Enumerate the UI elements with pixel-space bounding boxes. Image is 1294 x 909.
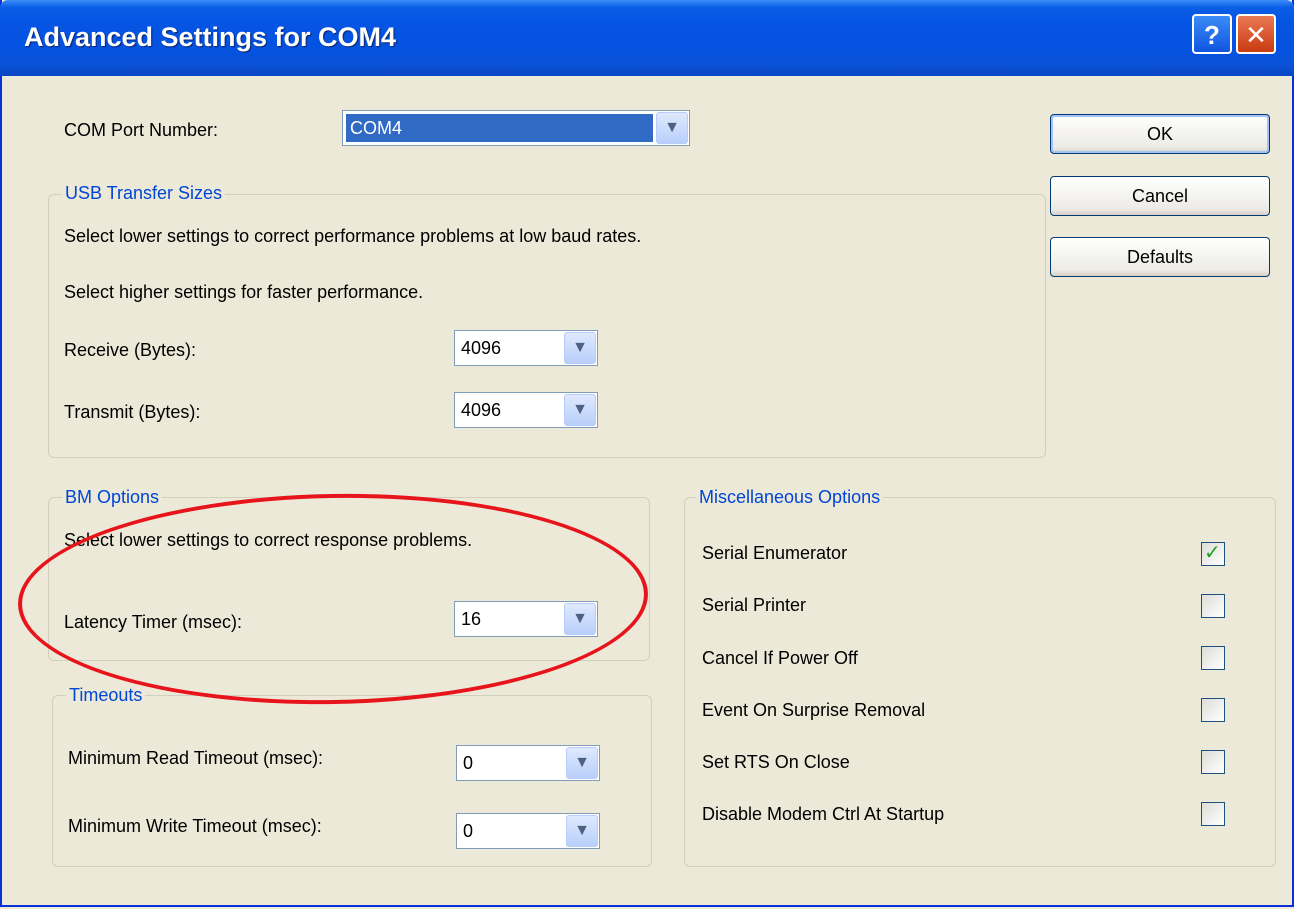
timeouts-title: Timeouts (66, 685, 146, 706)
chevron-down-icon[interactable]: ▼ (656, 112, 688, 144)
misc-item-label: Event On Surprise Removal (702, 700, 926, 720)
help-icon: ? (1204, 20, 1220, 50)
set-rts-on-close-checkbox[interactable] (1201, 750, 1225, 774)
transmit-label: Transmit (Bytes): (64, 402, 201, 422)
misc-item-label: Cancel If Power Off (702, 648, 858, 668)
disable-modem-ctrl-checkbox[interactable] (1201, 802, 1225, 826)
usb-transfer-title: USB Transfer Sizes (62, 183, 226, 204)
usb-transfer-hint-low: Select lower settings to correct perform… (64, 226, 642, 246)
help-button[interactable]: ? (1192, 14, 1232, 54)
read-timeout-select[interactable]: 0 ▼ (456, 745, 600, 781)
write-timeout-label: Minimum Write Timeout (msec): (68, 816, 322, 836)
chevron-down-icon[interactable]: ▼ (564, 332, 596, 364)
close-button[interactable]: ✕ (1236, 14, 1276, 54)
transmit-value: 4096 (461, 400, 502, 420)
write-timeout-value: 0 (463, 821, 474, 841)
ok-button[interactable]: OK (1050, 114, 1270, 154)
serial-printer-checkbox[interactable] (1201, 594, 1225, 618)
event-on-surprise-removal-checkbox[interactable] (1201, 698, 1225, 722)
misc-item-label: Serial Printer (702, 595, 807, 615)
misc-options-title: Miscellaneous Options (696, 487, 884, 508)
cancel-button[interactable]: Cancel (1050, 176, 1270, 216)
title-bar: Advanced Settings for COM4 ? ✕ (0, 0, 1294, 76)
bm-options-title: BM Options (62, 487, 163, 508)
serial-enumerator-checkbox[interactable]: ✓ (1201, 542, 1225, 566)
misc-item-label: Disable Modem Ctrl At Startup (702, 804, 945, 824)
read-timeout-label: Minimum Read Timeout (msec): (68, 748, 324, 768)
cancel-if-power-off-checkbox[interactable] (1201, 646, 1225, 670)
chevron-down-icon[interactable]: ▼ (564, 394, 596, 426)
com-port-label: COM Port Number: (64, 120, 219, 140)
usb-transfer-hint-high: Select higher settings for faster perfor… (64, 282, 424, 302)
write-timeout-select[interactable]: 0 ▼ (456, 813, 600, 849)
window-title: Advanced Settings for COM4 (24, 22, 397, 52)
com-port-value: COM4 (346, 114, 653, 142)
chevron-down-icon[interactable]: ▼ (566, 815, 598, 847)
read-timeout-value: 0 (463, 753, 474, 773)
chevron-down-icon[interactable]: ▼ (566, 747, 598, 779)
misc-item-label: Serial Enumerator (702, 543, 848, 563)
receive-value: 4096 (461, 338, 502, 358)
receive-label: Receive (Bytes): (64, 340, 197, 360)
com-port-select[interactable]: COM4 ▼ (342, 110, 690, 146)
close-icon: ✕ (1245, 20, 1267, 50)
defaults-button[interactable]: Defaults (1050, 237, 1270, 277)
transmit-select[interactable]: 4096 ▼ (454, 392, 598, 428)
receive-select[interactable]: 4096 ▼ (454, 330, 598, 366)
misc-item-label: Set RTS On Close (702, 752, 850, 772)
checkmark-icon: ✓ (1204, 542, 1221, 564)
